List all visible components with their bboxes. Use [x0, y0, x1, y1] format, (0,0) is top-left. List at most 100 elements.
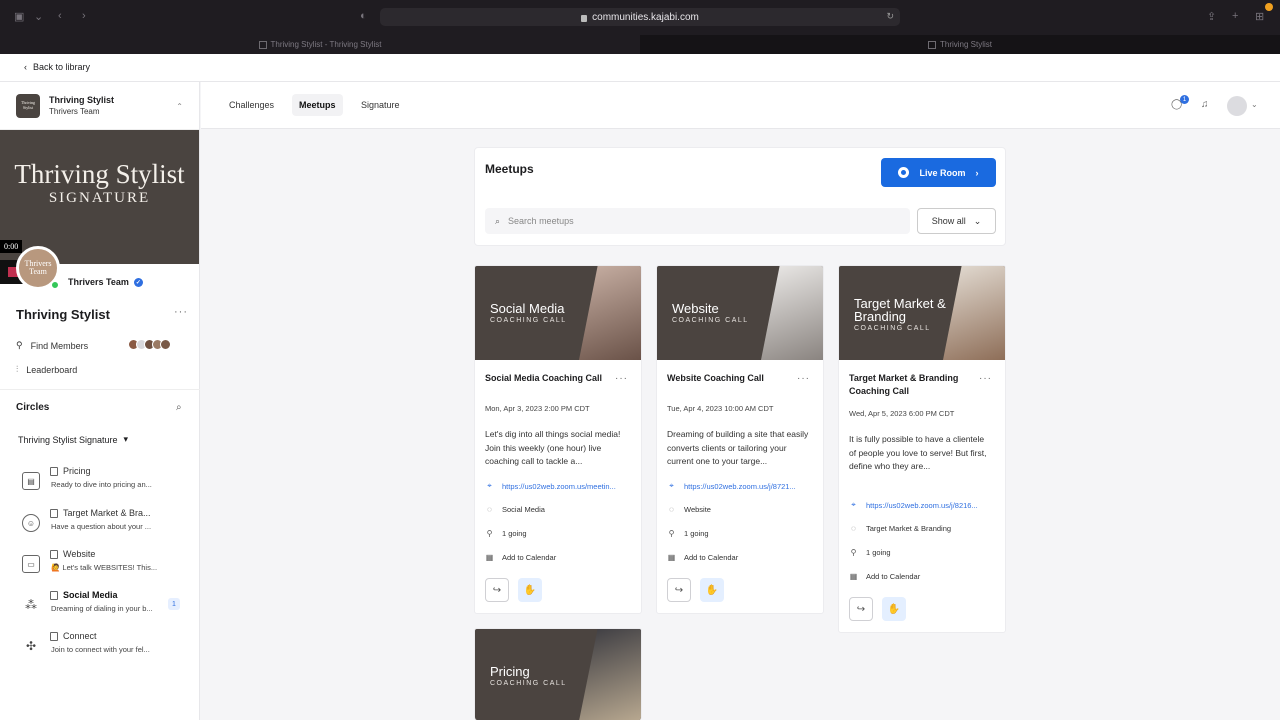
live-room-button[interactable]: Live Room › [881, 158, 996, 187]
document-icon [50, 508, 58, 518]
sidebar-item-social-media[interactable]: ⁂ Social Media Dreaming of dialing in yo… [22, 590, 192, 624]
chevron-down-icon[interactable]: ⌄ [34, 10, 43, 23]
url-bar[interactable]: communities.kajabi.com ↻ [380, 8, 900, 26]
tab-signature[interactable]: Signature [354, 94, 407, 116]
sidebar-item-find-members[interactable]: ⚲ Find Members [16, 340, 88, 351]
banner-subtitle: SIGNATURE [48, 190, 151, 206]
meetup-attendees[interactable]: ⚲ 1 going [485, 529, 527, 538]
meetup-link[interactable]: ⌖ https://us02web.zoom.us/meetin... [485, 481, 616, 491]
meetup-card-social-media[interactable]: Social Media COACHING CALL Social Media … [474, 265, 642, 614]
document-icon [50, 549, 58, 559]
meetup-going-text: 1 going [866, 548, 891, 557]
circle-preview: Ready to dive into pricing an... [51, 480, 152, 489]
search-bar: ⌕ [485, 208, 910, 234]
meetup-title[interactable]: Website Coaching Call [667, 372, 792, 385]
more-options-icon[interactable]: ··· [979, 373, 992, 384]
user-avatar[interactable] [1227, 96, 1247, 116]
chat-bubble-icon: ◌ [851, 524, 856, 533]
add-to-calendar-link[interactable]: ▦ Add to Calendar [485, 553, 556, 562]
new-tab-icon[interactable]: + [1232, 10, 1238, 22]
chat-bubble-icon: ◌ [487, 505, 492, 514]
tab-challenges[interactable]: Challenges [222, 94, 281, 116]
add-to-calendar-link[interactable]: ▦ Add to Calendar [667, 553, 738, 562]
meetup-card-target-market[interactable]: Target Market & Branding COACHING CALL T… [838, 265, 1006, 633]
more-options-icon[interactable]: ··· [797, 373, 810, 384]
card-image-subtitle: COACHING CALL [490, 680, 567, 687]
filter-dropdown[interactable]: Show all ⌄ [917, 208, 996, 234]
member-avatars[interactable] [128, 339, 171, 350]
share-button[interactable]: ↪ [667, 578, 691, 602]
add-to-calendar-link[interactable]: ▦ Add to Calendar [849, 572, 920, 581]
meetup-attendees[interactable]: ⚲ 1 going [667, 529, 709, 538]
sidebar-item-connect[interactable]: ✣ Connect Join to connect with your fel.… [22, 631, 192, 665]
chevron-down-icon[interactable]: ⌄ [1251, 100, 1258, 109]
top-navigation: Challenges Meetups Signature ◯ 1 ♫ ⌄ [201, 82, 1280, 129]
forward-arrow-icon[interactable]: › [82, 10, 86, 22]
meetup-card-pricing[interactable]: Pricing COACHING CALL [474, 628, 642, 720]
chevron-down-icon: ⌄ [973, 215, 982, 226]
chevron-down-icon: ▾ [123, 434, 129, 444]
favicon-icon [927, 40, 936, 49]
browser-tab-active[interactable]: Thriving Stylist - Thriving Stylist [0, 35, 640, 54]
tab-overview-icon[interactable]: ⊞ [1255, 10, 1264, 23]
more-options-icon[interactable]: ··· [615, 373, 628, 384]
person-icon: ⚲ [668, 529, 675, 538]
meetup-circle[interactable]: ◌ Website [667, 505, 711, 514]
meetup-circle[interactable]: ◌ Social Media [485, 505, 545, 514]
calendar-icon: ▦ [485, 553, 494, 562]
back-arrow-icon[interactable]: ‹ [58, 10, 62, 22]
meetup-circle-text: Target Market & Branding [866, 524, 952, 533]
circle-name: Website [63, 549, 96, 559]
back-to-library-link[interactable]: ‹ Back to library [24, 62, 90, 72]
live-room-label: Live Room [919, 167, 966, 178]
share-network-icon: ⁂ [25, 598, 37, 612]
share-arrow-icon: ↪ [856, 603, 866, 615]
reload-icon[interactable]: ↻ [886, 11, 894, 22]
sidebar-item-website[interactable]: ▭ Website 🙋 Let's talk WEBSITES! This... [22, 549, 192, 583]
community-switcher[interactable]: Thriving Stylist Thriving Stylist Thrive… [0, 82, 199, 130]
location-pin-icon: ⌖ [669, 481, 674, 490]
sidebar-item-target-market[interactable]: ☺ Target Market & Bra... Have a question… [22, 508, 192, 542]
circles-filter-dropdown[interactable]: Thriving Stylist Signature ▾ [18, 434, 128, 445]
search-input[interactable] [508, 216, 889, 226]
meetup-link[interactable]: ⌖ https://us02web.zoom.us/j/8216... [849, 500, 978, 510]
meetup-circle[interactable]: ◌ Target Market & Branding [849, 524, 951, 533]
sidebar-toggle-icon[interactable]: ▣ [14, 10, 24, 23]
more-options-icon[interactable]: ··· [174, 306, 188, 318]
profile-name[interactable]: Thrivers Team ✓ [68, 277, 143, 287]
shield-icon[interactable]: ◐ [360, 10, 367, 22]
calculator-icon: ▤ [22, 472, 40, 490]
rsvp-button[interactable]: ✋ [882, 597, 906, 621]
share-button[interactable]: ↪ [849, 597, 873, 621]
card-image-title: Social Media [490, 301, 565, 316]
browser-tab-label: Thriving Stylist - Thriving Stylist [270, 40, 382, 49]
meetup-card-image: Pricing COACHING CALL [475, 629, 641, 720]
circle-preview: Join to connect with your fel... [51, 645, 150, 654]
sidebar-item-pricing[interactable]: ▤ Pricing Ready to dive into pricing an.… [22, 466, 192, 500]
meetup-title[interactable]: Target Market & Branding Coaching Call [849, 372, 974, 398]
divider [0, 389, 200, 390]
share-button[interactable]: ↪ [485, 578, 509, 602]
tab-meetups[interactable]: Meetups [292, 94, 343, 116]
meetup-link[interactable]: ⌖ https://us02web.zoom.us/j/8721... [667, 481, 796, 491]
card-photo [579, 629, 641, 720]
meetup-attendees[interactable]: ⚲ 1 going [849, 548, 891, 557]
calendar-icon: ▦ [849, 572, 858, 581]
online-status-icon [50, 280, 60, 290]
rsvp-button[interactable]: ✋ [518, 578, 542, 602]
chevron-up-icon[interactable]: ⌃ [176, 102, 183, 111]
search-icon[interactable]: ⌕ [176, 402, 182, 413]
live-icon [898, 167, 910, 178]
meetup-description: It is fully possible to have a clientele… [849, 434, 987, 471]
browser-tab[interactable]: Thriving Stylist [640, 35, 1280, 54]
meetup-card-website[interactable]: Website COACHING CALL Website Coaching C… [656, 265, 824, 614]
meetup-title[interactable]: Social Media Coaching Call [485, 372, 610, 385]
card-photo [761, 266, 823, 360]
chevron-right-icon: › [975, 167, 979, 178]
bell-icon[interactable]: ♫ [1201, 99, 1209, 110]
sidebar-item-leaderboard[interactable]: ⫶ Leaderboard [16, 364, 77, 375]
meetups-header-panel: Meetups Live Room › ⌕ Show all ⌄ [474, 147, 1006, 246]
rsvp-button[interactable]: ✋ [700, 578, 724, 602]
share-icon[interactable]: ⇪ [1207, 10, 1216, 23]
meetup-date: Mon, Apr 3, 2023 2:00 PM CDT [485, 404, 590, 413]
